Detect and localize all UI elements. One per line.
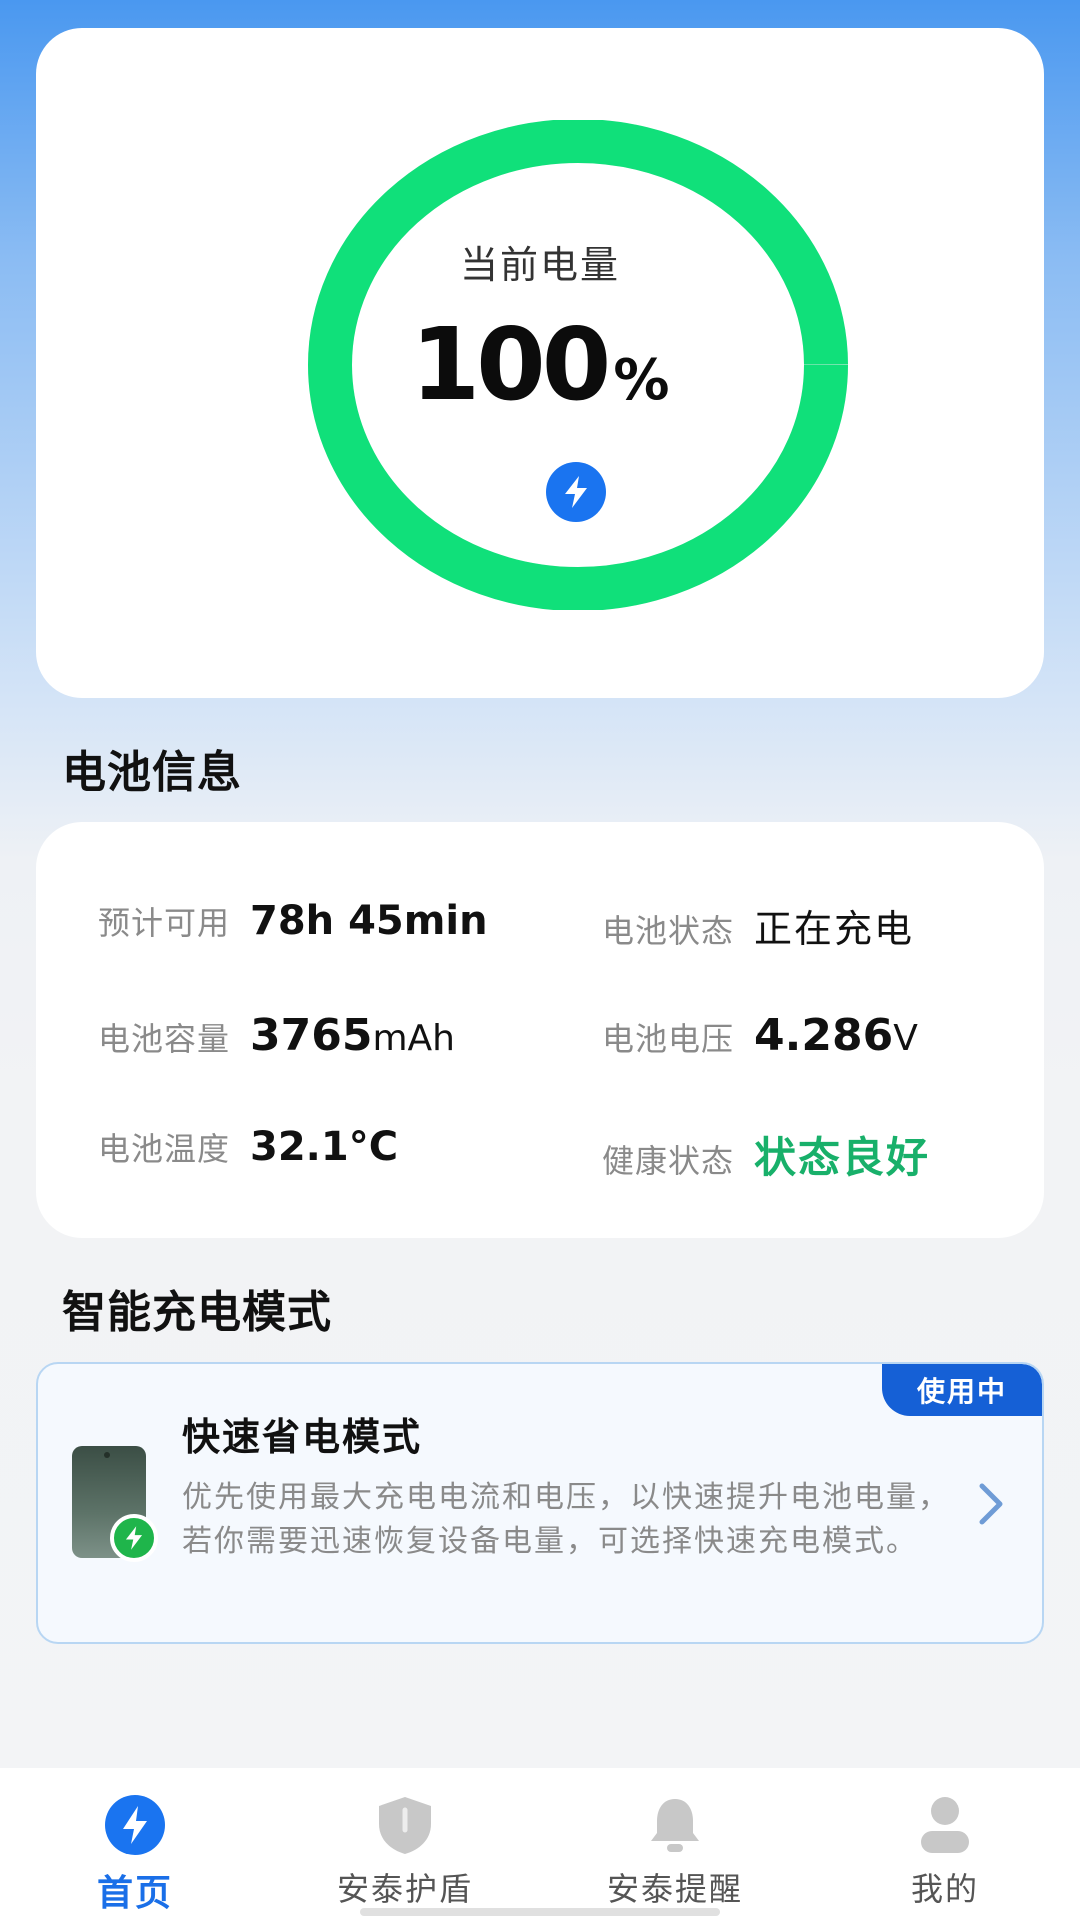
charging-lightning-icon [546,462,606,522]
nav-label: 安泰提醒 [606,1870,743,1908]
info-battery-voltage: 电池电压 4.286V [602,1010,918,1061]
nav-label: 我的 [910,1870,979,1908]
info-label: 健康状态 [602,1142,735,1180]
battery-info-card: 预计可用 78h 45min 电池状态 正在充电 电池容量 3765mAh 电池… [36,822,1044,1238]
mode-name: 快速省电模式 [182,1415,423,1459]
battery-percentage: 100% [36,306,1044,423]
info-battery-temperature: 电池温度 32.1°C [98,1124,398,1170]
smart-charge-mode-title: 智能充电模式 [62,1287,332,1338]
info-label: 电池状态 [602,912,735,950]
home-indicator[interactable] [360,1908,720,1916]
shield-icon [374,1794,436,1856]
bolt-circle-icon [104,1794,166,1856]
info-health-status: 健康状态 状态良好 [602,1124,930,1185]
info-value: 4.286V [754,1010,918,1061]
info-battery-status: 电池状态 正在充电 [602,898,914,953]
bottom-nav: 首页 安泰护盾 安泰提醒 我的 [0,1768,1080,1920]
fast-charge-mode-card[interactable]: 使用中 快速省电模式 优先使用最大充电电流和电压，以快速提升电池电量，若你需要迅… [36,1362,1044,1644]
nav-item-shield[interactable]: 安泰护盾 [270,1768,540,1920]
info-label: 预计可用 [98,904,231,942]
nav-item-home[interactable]: 首页 [0,1768,270,1920]
battery-info-title: 电池信息 [62,747,242,798]
nav-item-profile[interactable]: 我的 [810,1768,1080,1920]
nav-label: 首页 [96,1873,173,1914]
chevron-right-icon[interactable] [976,1482,1006,1526]
info-value-number: 4.286 [754,1010,894,1061]
info-value: 32.1°C [250,1124,399,1170]
battery-percentage-number: 100 [410,306,612,423]
mode-description: 优先使用最大充电电流和电压，以快速提升电池电量，若你需要迅速恢复设备电量，可选择… [182,1480,950,1559]
nav-item-reminder[interactable]: 安泰提醒 [540,1768,810,1920]
info-label: 电池容量 [98,1020,231,1058]
info-battery-capacity: 电池容量 3765mAh [98,1010,455,1061]
info-value-health-good: 状态良好 [754,1133,931,1182]
charging-badge-icon [110,1514,158,1562]
battery-card: 当前电量 100% [36,28,1044,698]
nav-label: 安泰护盾 [336,1870,473,1908]
info-value-number: 3765 [250,1010,373,1061]
battery-percentage-unit: % [613,348,670,413]
info-value-unit: mAh [372,1018,455,1059]
info-value-unit: V [893,1018,918,1059]
bell-icon [644,1794,706,1856]
info-label: 电池温度 [98,1130,231,1168]
current-charge-label: 当前电量 [459,243,620,287]
info-label: 电池电压 [602,1020,735,1058]
info-value: 78h 45min [250,898,488,944]
info-value: 3765mAh [250,1010,455,1061]
user-icon [914,1794,976,1856]
phone-camera-dot [104,1452,110,1458]
info-estimated-time: 预计可用 78h 45min [98,898,488,944]
info-value: 正在充电 [754,907,915,951]
in-use-badge: 使用中 [882,1364,1042,1416]
